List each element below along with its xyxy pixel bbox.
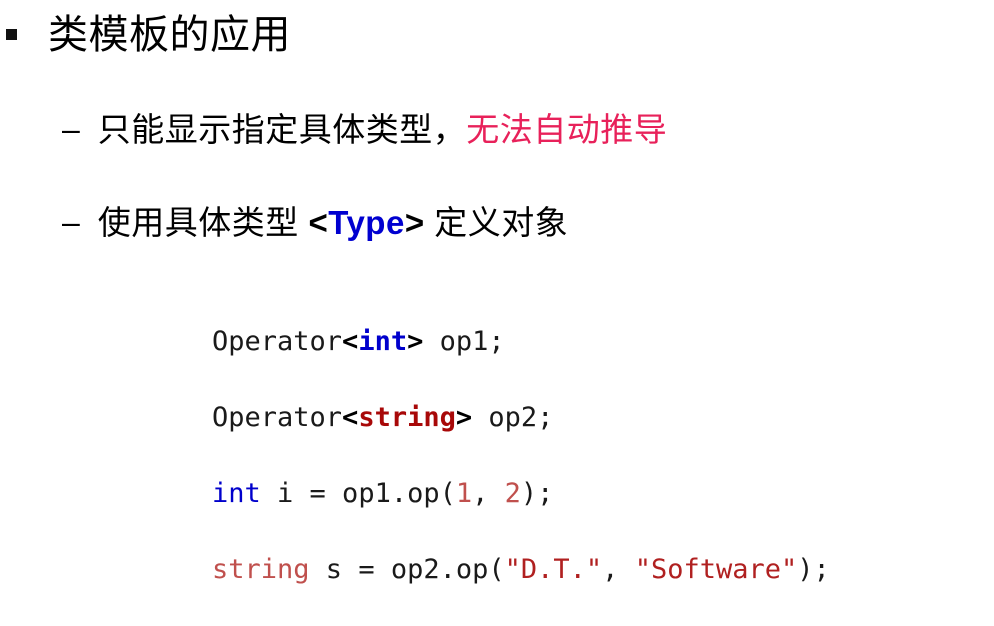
- code-arg-separator: ,: [602, 554, 635, 585]
- code-ident-operator: Operator: [212, 326, 343, 357]
- code-literal-number-1: 1: [455, 478, 473, 509]
- code-line-3: int i = op1.op(1, 2);: [212, 474, 830, 550]
- bullet-2-tail: 定义对象: [424, 204, 569, 241]
- bullet-1-lead: 只能显示指定具体类型，: [97, 111, 467, 148]
- angle-open: <: [308, 204, 329, 241]
- code-sample-block: Operator<int> op1; Operator<string> op2;…: [212, 322, 830, 626]
- code-keyword-string: string: [212, 554, 310, 585]
- code-literal-string-2: "Software": [634, 554, 798, 585]
- code-angle-open: <: [342, 326, 359, 357]
- code-ident-operator: Operator: [212, 402, 343, 433]
- dash-bullet-icon: –: [62, 204, 80, 240]
- code-keyword-string: string: [358, 402, 456, 433]
- code-keyword-int: int: [358, 326, 408, 357]
- slide-title: 类模板的应用: [48, 13, 291, 57]
- square-bullet-icon: [6, 29, 17, 40]
- angle-close: >: [404, 204, 425, 241]
- code-line-1: Operator<int> op1;: [212, 322, 830, 398]
- code-expr-call-op2: s = op2.op(: [309, 554, 505, 585]
- bullet-2-text: 使用具体类型 <Type> 定义对象: [98, 203, 568, 243]
- level1-bullet-item: 类模板的应用: [6, 12, 291, 58]
- bullet-1-text: 只能显示指定具体类型，无法自动推导: [98, 110, 668, 150]
- code-statement-end: );: [797, 554, 830, 585]
- code-decl-op2: op2;: [472, 402, 554, 433]
- bullet-2-lead: 使用具体类型: [97, 204, 309, 241]
- code-line-4: string s = op2.op("D.T.", "Software");: [212, 550, 830, 626]
- level2-bullet-item-2: – 使用具体类型 <Type> 定义对象: [62, 203, 568, 243]
- code-line-2: Operator<string> op2;: [212, 398, 830, 474]
- code-statement-end: );: [520, 478, 554, 509]
- level2-bullet-item-1: – 只能显示指定具体类型，无法自动推导: [62, 110, 667, 150]
- code-expr-call-op1: i = op1.op(: [260, 478, 456, 509]
- code-angle-close: >: [407, 326, 424, 357]
- code-decl-op1: op1;: [423, 326, 505, 357]
- slide-canvas: 类模板的应用 – 只能显示指定具体类型，无法自动推导 – 使用具体类型 <Typ…: [0, 0, 994, 617]
- code-keyword-int: int: [212, 478, 261, 509]
- code-angle-open: <: [342, 402, 359, 433]
- code-literal-number-2: 2: [504, 478, 521, 509]
- type-parameter-tag: <Type>: [308, 204, 424, 241]
- code-literal-string-1: "D.T.": [504, 554, 603, 585]
- dash-bullet-icon: –: [62, 111, 80, 147]
- code-arg-separator: ,: [472, 478, 505, 509]
- code-angle-close: >: [455, 402, 473, 433]
- bullet-1-highlight: 无法自动推导: [466, 111, 668, 148]
- type-name: Type: [328, 204, 405, 241]
